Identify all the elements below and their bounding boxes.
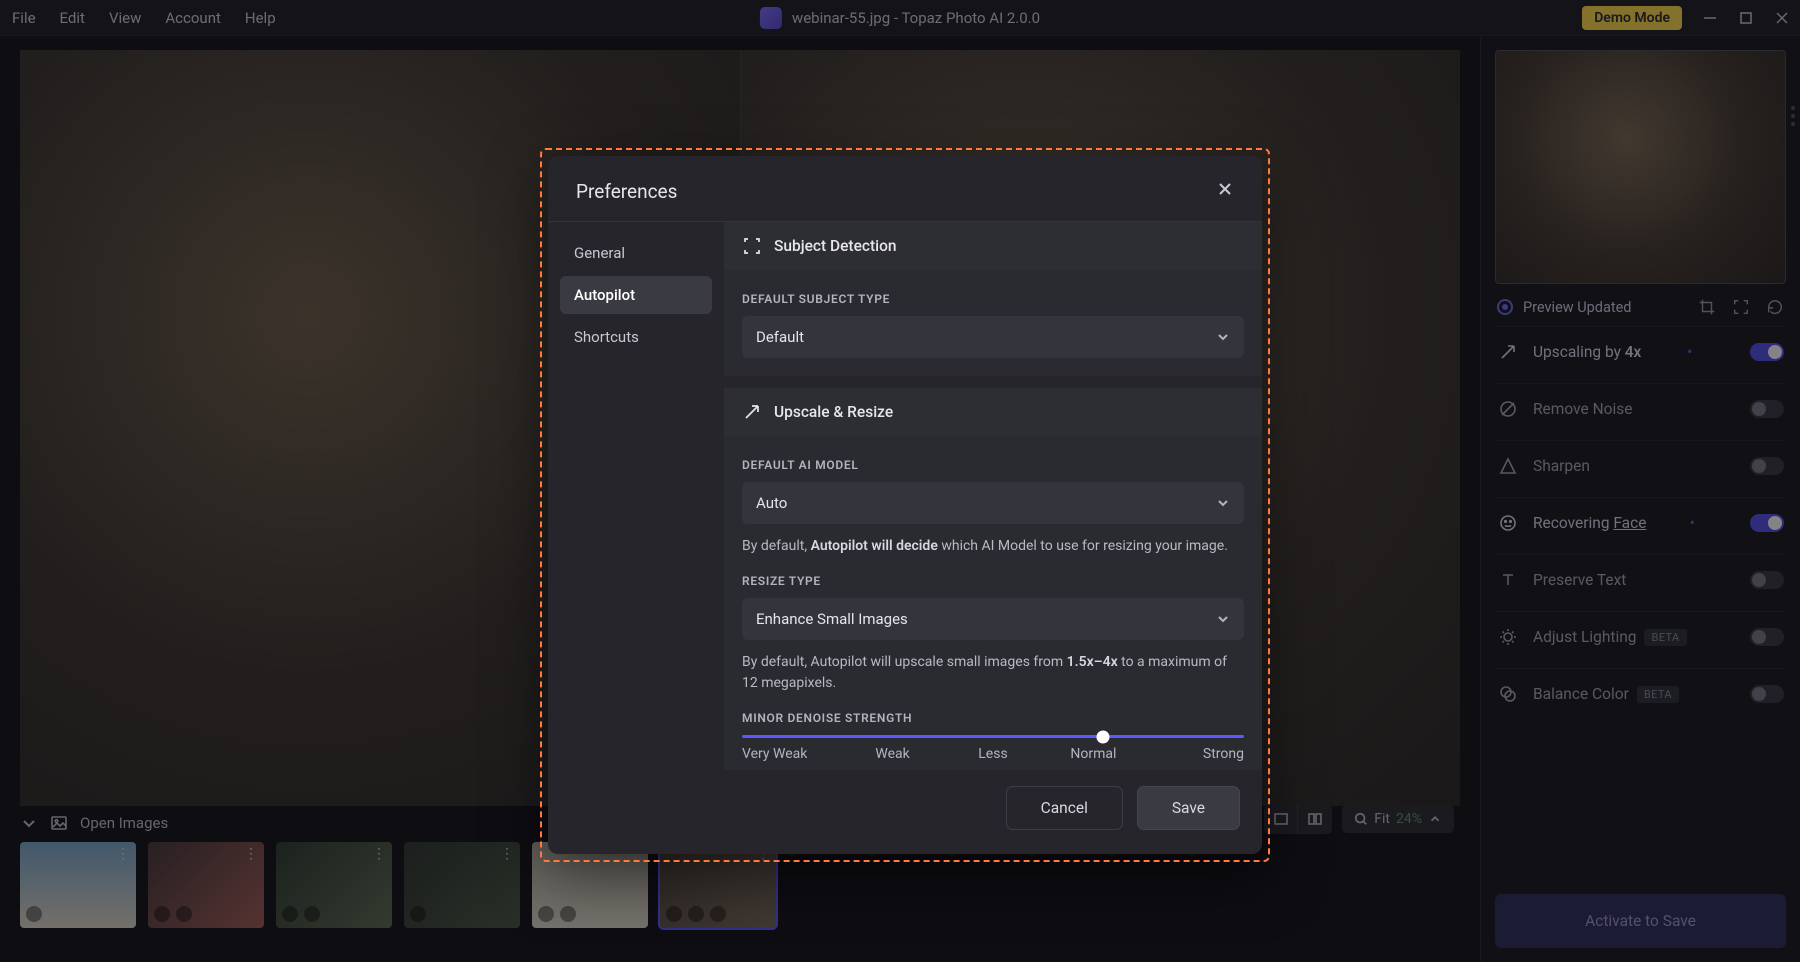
tick-weak: Weak xyxy=(842,746,942,762)
upscale-icon xyxy=(742,402,762,422)
cancel-button[interactable]: Cancel xyxy=(1006,786,1123,830)
preferences-content[interactable]: Subject Detection DEFAULT SUBJECT TYPE D… xyxy=(724,222,1262,770)
minor-denoise-label: MINOR DENOISE STRENGTH xyxy=(742,711,1244,725)
save-button[interactable]: Save xyxy=(1137,786,1240,830)
subject-detection-heading: Subject Detection xyxy=(774,237,897,255)
preferences-dialog: Preferences General Autopilot Shortcuts … xyxy=(548,156,1262,854)
resize-type-help-text: By default, Autopilot will upscale small… xyxy=(742,652,1244,695)
ai-model-help-text: By default, Autopilot will decide which … xyxy=(742,536,1244,558)
prefs-nav-shortcuts[interactable]: Shortcuts xyxy=(560,318,712,356)
default-subject-type-value: Default xyxy=(756,328,804,346)
tick-less: Less xyxy=(943,746,1043,762)
chevron-down-icon xyxy=(1216,330,1230,344)
dialog-close-button[interactable] xyxy=(1216,180,1234,203)
tick-very-weak: Very Weak xyxy=(742,746,842,762)
default-ai-model-label: DEFAULT AI MODEL xyxy=(742,458,1244,472)
subject-detection-section: Subject Detection DEFAULT SUBJECT TYPE D… xyxy=(724,222,1262,376)
chevron-down-icon xyxy=(1216,496,1230,510)
resize-type-select[interactable]: Enhance Small Images xyxy=(742,598,1244,640)
default-subject-type-select[interactable]: Default xyxy=(742,316,1244,358)
prefs-nav-autopilot[interactable]: Autopilot xyxy=(560,276,712,314)
upscale-resize-heading: Upscale & Resize xyxy=(774,403,893,421)
default-ai-model-select[interactable]: Auto xyxy=(742,482,1244,524)
minor-denoise-slider[interactable]: Very Weak Weak Less Normal Strong xyxy=(742,735,1244,762)
upscale-resize-section: Upscale & Resize DEFAULT AI MODEL Auto B… xyxy=(724,388,1262,770)
tick-normal: Normal xyxy=(1043,746,1143,762)
dialog-title: Preferences xyxy=(576,180,677,203)
default-ai-model-value: Auto xyxy=(756,494,787,512)
tick-strong: Strong xyxy=(1144,746,1244,762)
chevron-down-icon xyxy=(1216,612,1230,626)
subject-detection-icon xyxy=(742,236,762,256)
preferences-nav: General Autopilot Shortcuts xyxy=(548,222,724,770)
resize-type-value: Enhance Small Images xyxy=(756,610,908,628)
resize-type-label: RESIZE TYPE xyxy=(742,574,1244,588)
default-subject-type-label: DEFAULT SUBJECT TYPE xyxy=(742,292,1244,306)
prefs-nav-general[interactable]: General xyxy=(560,234,712,272)
